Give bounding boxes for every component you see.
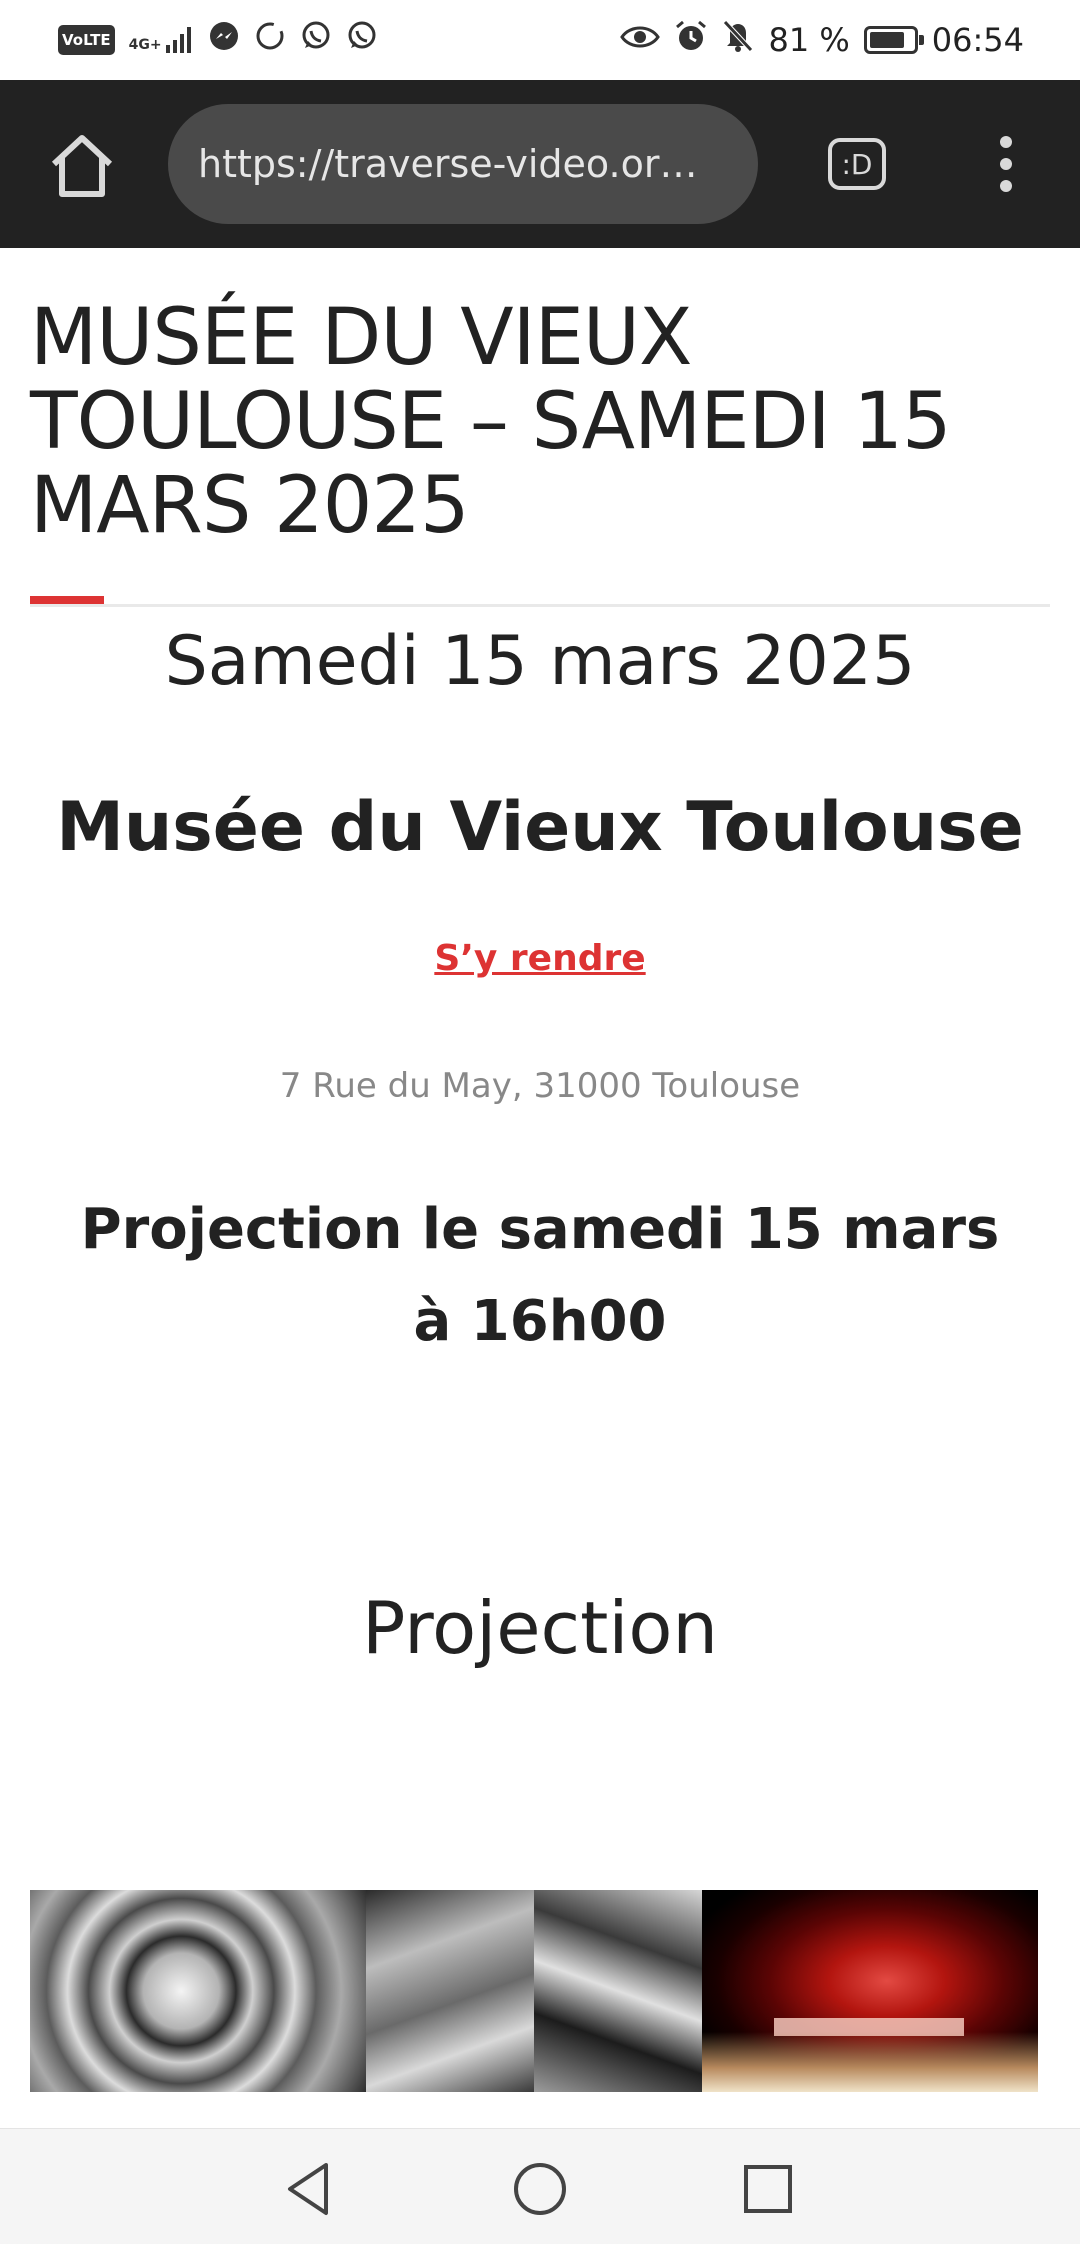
muted-bell-icon bbox=[722, 19, 754, 61]
sync-icon bbox=[254, 20, 286, 60]
recents-square-icon[interactable] bbox=[738, 2159, 798, 2219]
forest-path-left bbox=[366, 1890, 534, 2092]
page-content: MUSÉE DU VIEUX TOULOUSE – SAMEDI 15 MARS… bbox=[0, 248, 1080, 2128]
video-gallery bbox=[30, 1890, 1040, 2092]
status-bar: VoLTE 4G+ 81 % 06:54 bbox=[0, 0, 1080, 80]
signal-icon: 4G+ bbox=[129, 27, 194, 53]
section-heading-projection: Projection bbox=[361, 1586, 719, 1670]
directions-block: S’y rendre bbox=[0, 938, 1080, 979]
messenger-icon bbox=[208, 20, 240, 60]
home-icon[interactable] bbox=[46, 132, 118, 200]
forest-path-right bbox=[534, 1890, 702, 2092]
event-date: Samedi 15 mars 2025 bbox=[164, 622, 916, 701]
menu-dots-icon[interactable] bbox=[990, 136, 1024, 192]
battery-icon bbox=[863, 26, 924, 54]
tabs-icon[interactable]: :D bbox=[828, 138, 886, 190]
venue-name: Musée du Vieux Toulouse bbox=[56, 788, 1024, 867]
home-circle-icon[interactable] bbox=[510, 2159, 570, 2219]
alarm-icon bbox=[674, 19, 708, 61]
battery-percent: 81 % bbox=[768, 21, 850, 59]
back-triangle-icon[interactable] bbox=[280, 2159, 340, 2219]
status-left: VoLTE 4G+ bbox=[58, 20, 378, 60]
status-right: 81 % 06:54 bbox=[620, 19, 1024, 61]
title-accent-bar bbox=[30, 596, 104, 604]
rose-thumbnail[interactable] bbox=[30, 1890, 366, 2092]
clock: 06:54 bbox=[931, 21, 1024, 59]
forest-path-thumbnail[interactable] bbox=[366, 1890, 702, 2092]
whatsapp-icon bbox=[346, 20, 378, 60]
projection-time: Projection le samedi 15 mars à 16h00 bbox=[80, 1197, 1000, 1354]
signal-label: 4G+ bbox=[128, 37, 162, 53]
browser-toolbar: https://traverse-video.or… :D bbox=[0, 80, 1080, 248]
page-title: MUSÉE DU VIEUX TOULOUSE – SAMEDI 15 MARS… bbox=[30, 293, 952, 551]
volte-icon: VoLTE bbox=[58, 25, 115, 55]
system-nav-bar bbox=[0, 2128, 1080, 2244]
directions-link[interactable]: S’y rendre bbox=[434, 938, 645, 979]
venue-address: 7 Rue du May, 31000 Toulouse bbox=[279, 1066, 801, 1106]
red-glow-thumbnail[interactable] bbox=[702, 1890, 1038, 2092]
title-divider bbox=[30, 604, 1050, 607]
whatsapp-icon bbox=[300, 20, 332, 60]
eye-icon bbox=[620, 21, 661, 59]
battery-level bbox=[869, 32, 904, 48]
url-bar[interactable]: https://traverse-video.or… bbox=[168, 104, 758, 224]
